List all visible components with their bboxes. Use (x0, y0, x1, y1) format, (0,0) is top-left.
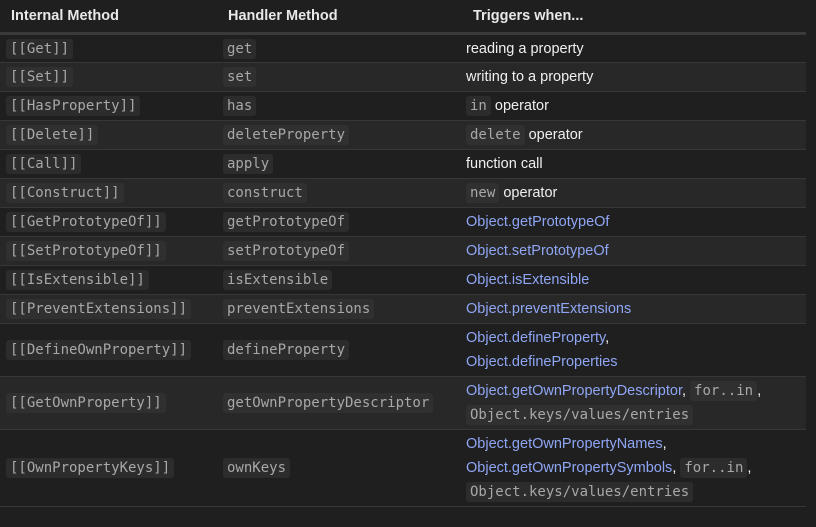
table-row: [[DefineOwnProperty]] defineProperty Obj… (0, 323, 806, 377)
internal-method: [[HasProperty]] (6, 96, 141, 116)
handler-method: has (223, 96, 257, 116)
trigger-code: in (466, 96, 491, 116)
trigger-text: reading a property (466, 40, 584, 57)
trigger-text: operator (494, 98, 549, 114)
table-row: [[Delete]] deleteProperty delete operato… (0, 120, 806, 150)
internal-method: [[Get]] (6, 38, 74, 59)
trigger-text: function call (466, 156, 543, 172)
trigger-code: new (466, 183, 500, 203)
separator: , (681, 383, 687, 399)
separator: , (757, 383, 762, 399)
trigger-text: operator (528, 127, 583, 143)
header-triggers-when: Triggers when... (462, 0, 806, 35)
trigger-link[interactable]: Object.defineProperty (466, 330, 605, 346)
trigger-link[interactable]: Object.setPrototypeOf (466, 243, 609, 259)
trigger-code: delete (466, 125, 525, 145)
internal-method: [[GetOwnProperty]] (6, 393, 166, 413)
internal-method: [[OwnPropertyKeys]] (6, 458, 175, 478)
trigger-link[interactable]: Object.getOwnPropertyNames (466, 436, 663, 452)
table-row: [[GetOwnProperty]] getOwnPropertyDescrip… (0, 376, 806, 430)
header-internal-method: Internal Method (0, 0, 217, 35)
internal-method: [[SetPrototypeOf]] (6, 241, 166, 261)
proxy-traps-table: Internal Method Handler Method Triggers … (0, 0, 806, 507)
table-row: [[Construct]] construct new operator (0, 178, 806, 208)
table-row: [[IsExtensible]] isExtensible Object.isE… (0, 265, 806, 295)
separator: , (605, 330, 610, 346)
internal-method: [[Set]] (6, 67, 74, 87)
trigger-code: Object.keys/values/entries (466, 482, 694, 502)
table-row: [[PreventExtensions]] preventExtensions … (0, 294, 806, 324)
trigger-link[interactable]: Object.defineProperties (466, 354, 618, 370)
trigger-code: for..in (680, 458, 748, 478)
trigger-code: Object.keys/values/entries (466, 405, 694, 425)
internal-method: [[GetPrototypeOf]] (6, 212, 166, 232)
separator: , (672, 460, 677, 476)
handler-method: getPrototypeOf (223, 212, 350, 232)
trigger-link[interactable]: Object.getPrototypeOf (466, 214, 609, 230)
header-handler-method: Handler Method (217, 0, 462, 35)
trigger-link[interactable]: Object.getOwnPropertySymbols (466, 460, 672, 476)
handler-method: deleteProperty (223, 125, 350, 145)
separator: , (747, 460, 752, 476)
internal-method: [[PreventExtensions]] (6, 299, 192, 319)
trigger-text: writing to a property (466, 69, 594, 85)
table-row: [[SetPrototypeOf]] setPrototypeOf Object… (0, 236, 806, 266)
handler-method: defineProperty (223, 340, 350, 360)
handler-method: ownKeys (223, 458, 291, 478)
internal-method: [[Delete]] (6, 125, 99, 145)
table-row: [[Call]] apply function call (0, 149, 806, 179)
handler-method: isExtensible (223, 270, 333, 290)
internal-method: [[Call]] (6, 154, 82, 174)
separator: , (662, 436, 667, 452)
table-row: [[GetPrototypeOf]] getPrototypeOf Object… (0, 207, 806, 237)
handler-method: construct (223, 183, 307, 203)
table-row: [[HasProperty]] has in operator (0, 91, 806, 121)
handler-method: set (223, 67, 257, 87)
proxy-traps-table-container: Internal Method Handler Method Triggers … (0, 0, 806, 507)
trigger-text: operator (503, 185, 558, 201)
internal-method: [[DefineOwnProperty]] (6, 340, 192, 360)
table-header-row: Internal Method Handler Method Triggers … (0, 0, 806, 35)
internal-method: [[IsExtensible]] (6, 270, 149, 290)
handler-method: preventExtensions (223, 299, 375, 319)
trigger-link[interactable]: Object.isExtensible (466, 272, 589, 288)
trigger-link[interactable]: Object.preventExtensions (466, 301, 631, 317)
table-row: [[OwnPropertyKeys]] ownKeys Object.getOw… (0, 429, 806, 507)
trigger-link[interactable]: Object.getOwnPropertyDescriptor (466, 383, 682, 399)
internal-method: [[Construct]] (6, 183, 124, 203)
handler-method: get (223, 38, 257, 59)
trigger-code: for..in (690, 381, 758, 401)
handler-method: setPrototypeOf (223, 241, 350, 261)
handler-method: apply (223, 154, 274, 174)
handler-method: getOwnPropertyDescriptor (223, 393, 434, 413)
table-row: [[Set]] set writing to a property (0, 62, 806, 92)
table-row: [[Get]] get reading a property (0, 33, 806, 63)
